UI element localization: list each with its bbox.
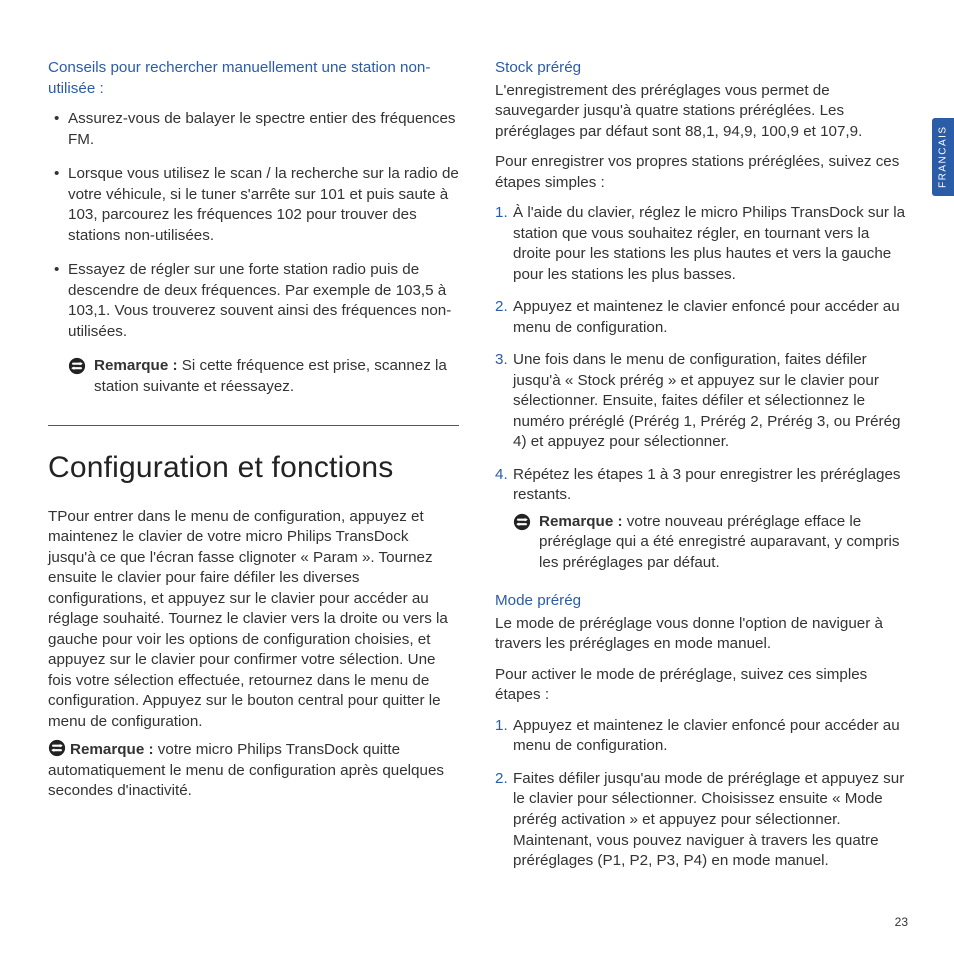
tips-heading: Conseils pour rechercher manuellement un…	[48, 58, 459, 99]
remark-label: Remarque :	[70, 741, 154, 758]
step-item: 1.Appuyez et maintenez le clavier enfonc…	[495, 716, 906, 757]
step-number: 2.	[495, 769, 508, 790]
step-item: 1.À l'aide du clavier, réglez le micro P…	[495, 203, 906, 285]
step-text: Faites défiler jusqu'au mode de prérégla…	[513, 770, 904, 869]
language-side-tab: FRANCAIS	[932, 118, 954, 196]
stock-lead: Pour enregistrer vos propres stations pr…	[495, 152, 906, 193]
left-column: Conseils pour rechercher manuellement un…	[48, 58, 459, 890]
stock-preset-section: Stock prérég L'enregistrement des prérég…	[495, 58, 906, 573]
page-number: 23	[895, 914, 908, 930]
remark-note: Remarque : votre micro Philips TransDock…	[48, 738, 459, 802]
mode-lead: Pour activer le mode de préréglage, suiv…	[495, 665, 906, 706]
section-title: Configuration et fonctions	[48, 448, 459, 489]
step-text: À l'aide du clavier, réglez le micro Phi…	[513, 204, 905, 283]
tip-item: Essayez de régler sur une forte station …	[54, 260, 459, 342]
section-divider	[48, 425, 459, 426]
stock-steps-list: 1.À l'aide du clavier, réglez le micro P…	[495, 203, 906, 573]
note-icon	[48, 739, 66, 757]
mode-preset-section: Mode prérég Le mode de préréglage vous d…	[495, 591, 906, 871]
tip-item: Lorsque vous utilisez le scan / la reche…	[54, 164, 459, 246]
step-item: 2.Appuyez et maintenez le clavier enfonc…	[495, 297, 906, 338]
step-text: Appuyez et maintenez le clavier enfoncé …	[513, 717, 900, 755]
mode-intro: Le mode de préréglage vous donne l'optio…	[495, 614, 906, 655]
remark-note: Remarque : Si cette fréquence est prise,…	[48, 356, 459, 397]
step-number: 2.	[495, 297, 508, 318]
right-column: Stock prérég L'enregistrement des prérég…	[495, 58, 906, 890]
note-icon	[68, 357, 86, 375]
step-item: 2.Faites défiler jusqu'au mode de prérég…	[495, 769, 906, 872]
remark-text: Remarque : votre nouveau préréglage effa…	[539, 512, 906, 574]
remark-text: Remarque : Si cette fréquence est prise,…	[94, 356, 459, 397]
remark-label: Remarque :	[94, 357, 178, 374]
step-number: 1.	[495, 203, 508, 224]
mode-heading: Mode prérég	[495, 591, 906, 612]
step-item: 4.Répétez les étapes 1 à 3 pour enregist…	[495, 465, 906, 574]
step-item: 3.Une fois dans le menu de configuration…	[495, 350, 906, 453]
remark-label: Remarque :	[539, 513, 623, 530]
step-text: Appuyez et maintenez le clavier enfoncé …	[513, 298, 900, 336]
stock-intro: L'enregistrement des préréglages vous pe…	[495, 81, 906, 143]
tip-item: Assurez-vous de balayer le spectre entie…	[54, 109, 459, 150]
stock-heading: Stock prérég	[495, 58, 906, 79]
section-body: TPour entrer dans le menu de configurati…	[48, 507, 459, 733]
page-content: Conseils pour rechercher manuellement un…	[0, 0, 954, 930]
step-number: 1.	[495, 716, 508, 737]
remark-note: Remarque : votre nouveau préréglage effa…	[513, 512, 906, 574]
tips-bullet-list: Assurez-vous de balayer le spectre entie…	[48, 109, 459, 342]
note-icon	[513, 513, 531, 531]
step-text: Répétez les étapes 1 à 3 pour enregistre…	[513, 466, 901, 504]
step-text: Une fois dans le menu de configuration, …	[513, 351, 900, 450]
mode-steps-list: 1.Appuyez et maintenez le clavier enfonc…	[495, 716, 906, 872]
step-number: 3.	[495, 350, 508, 371]
step-number: 4.	[495, 465, 508, 486]
